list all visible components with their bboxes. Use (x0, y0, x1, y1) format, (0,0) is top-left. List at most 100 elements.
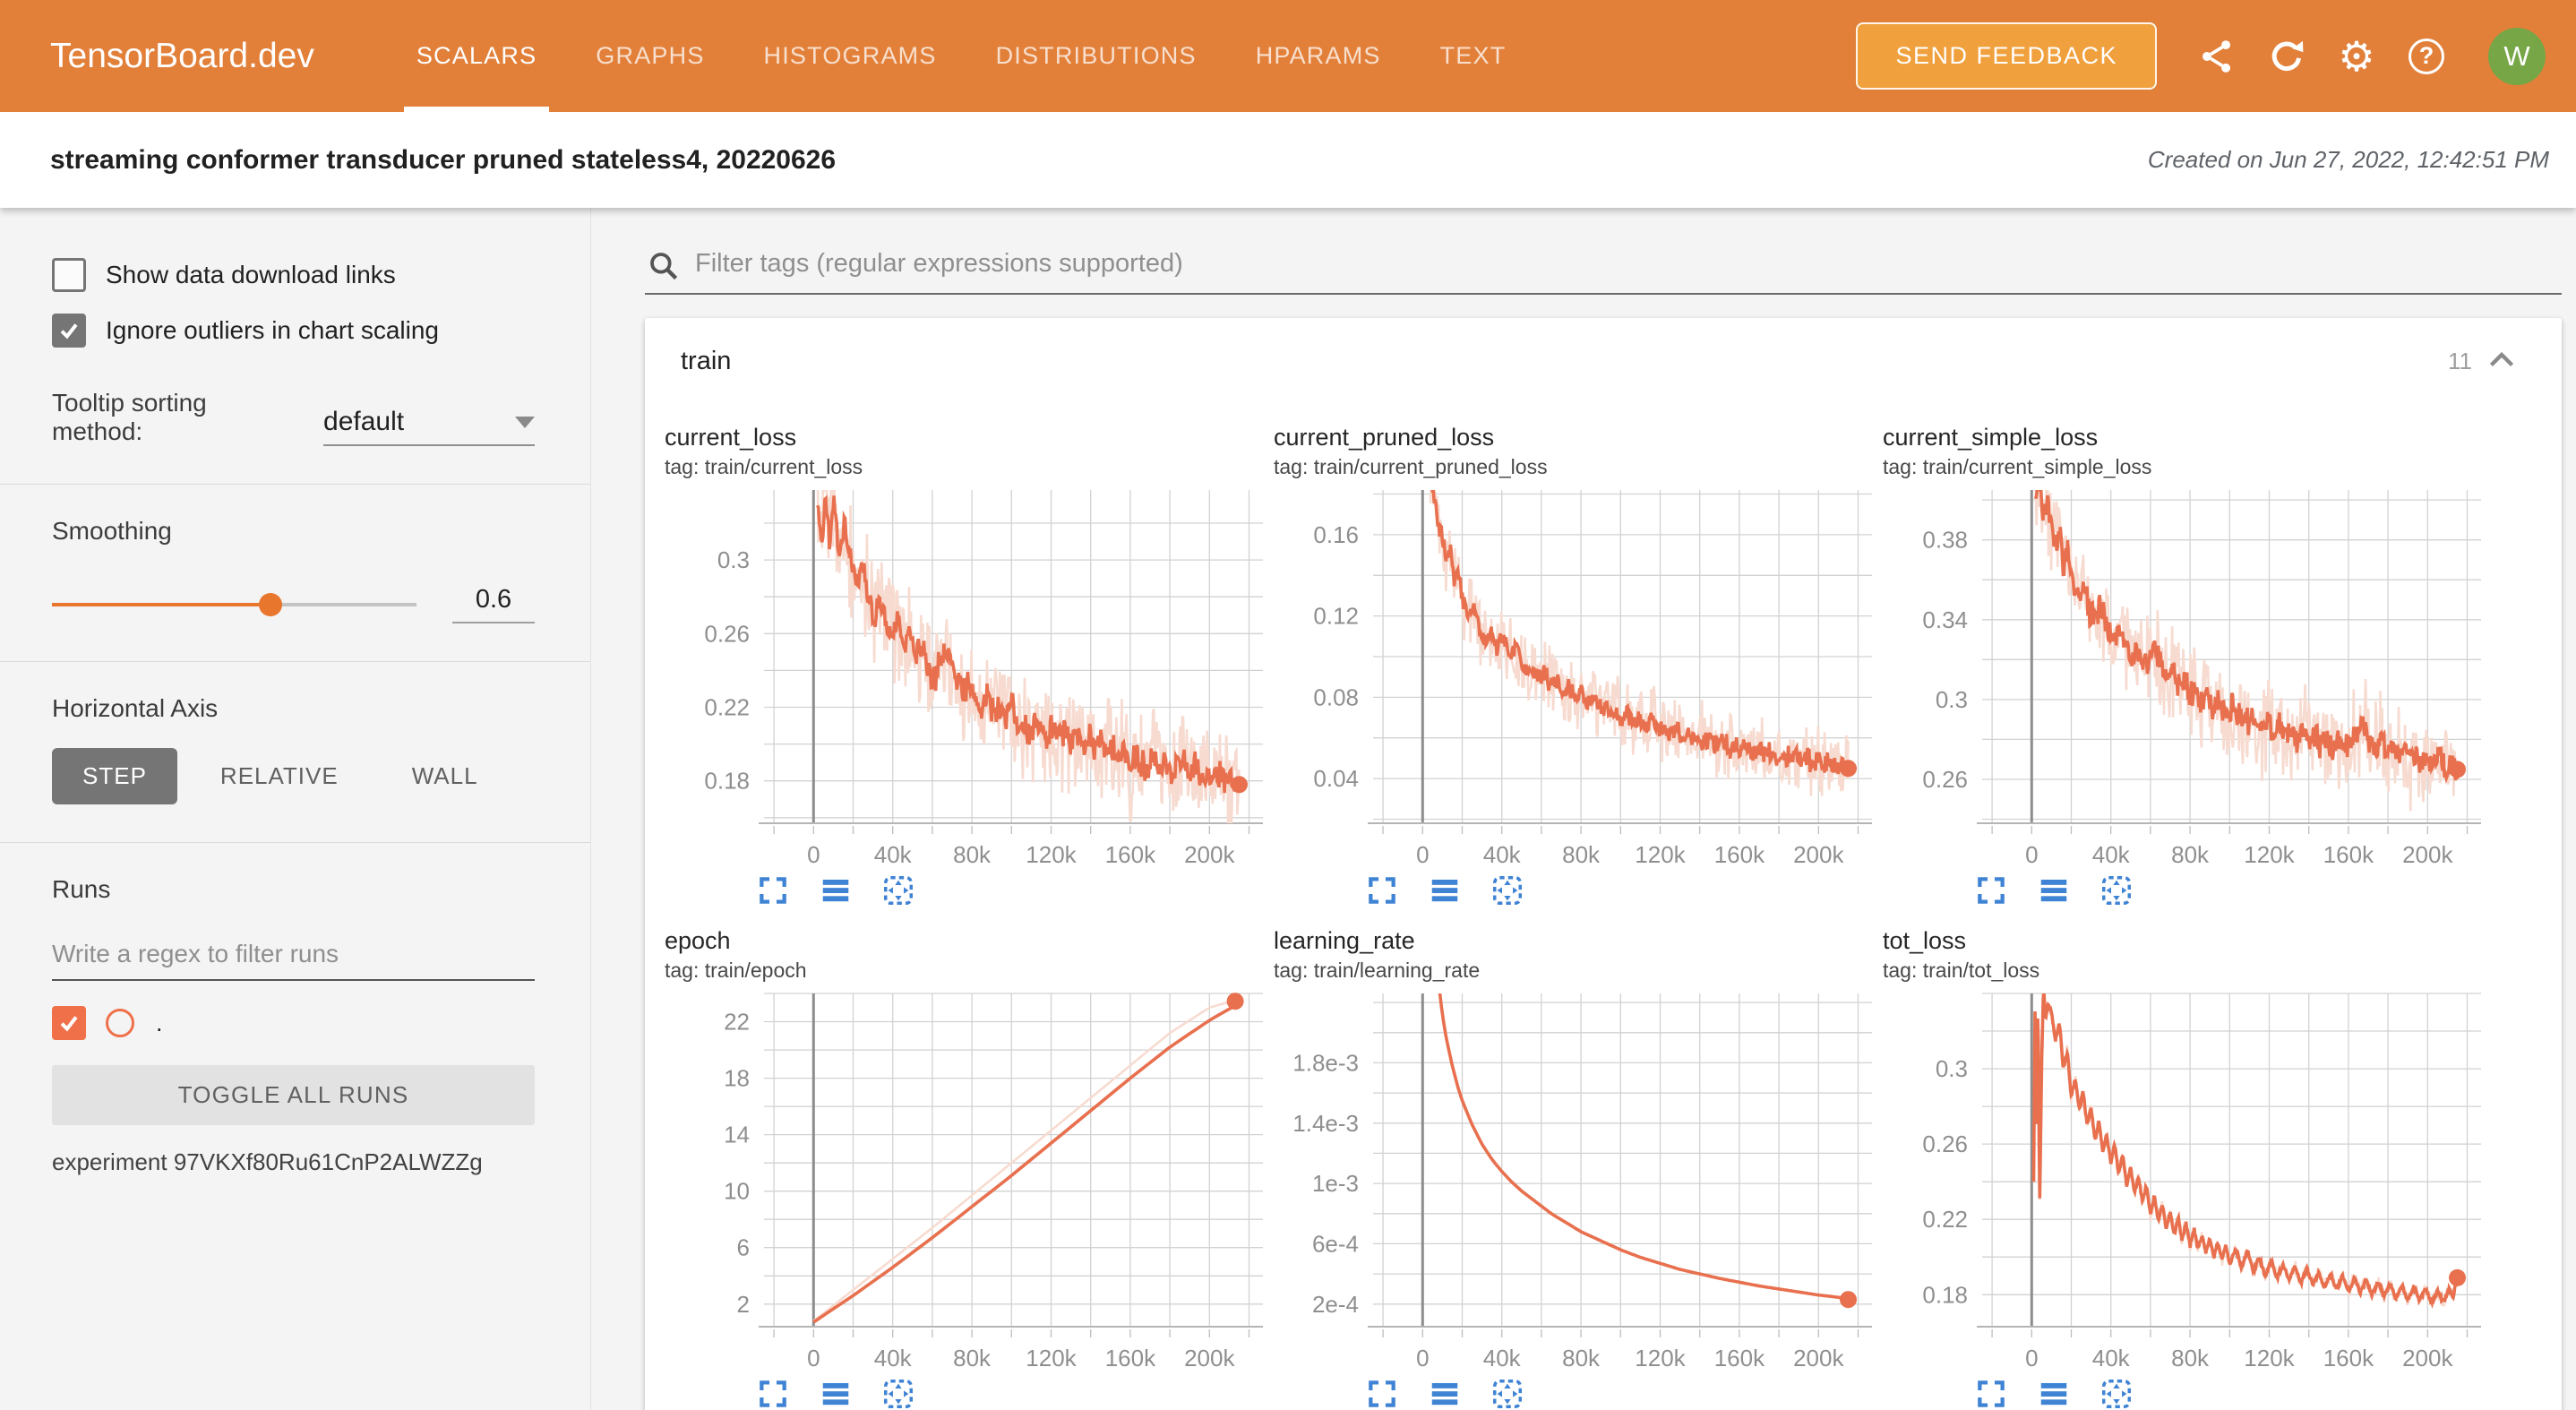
checkbox-checked-icon[interactable] (52, 314, 86, 348)
svg-text:1e-3: 1e-3 (1312, 1170, 1359, 1197)
run-color-swatch[interactable] (106, 1009, 134, 1037)
svg-text:40k: 40k (2092, 841, 2131, 868)
nav-tabs: SCALARS GRAPHS HISTOGRAMS DISTRIBUTIONS HPAR… (404, 0, 1553, 112)
runs-label: Runs (52, 875, 535, 904)
chart-plot[interactable]: 0.30.260.220.18040k80k120k160k200k (663, 486, 1272, 870)
tab-scalars[interactable]: SCALARS (404, 0, 549, 112)
axis-wall-button[interactable]: WALL (382, 748, 509, 804)
tooltip-sorting-select[interactable]: default (323, 407, 535, 446)
avatar[interactable]: W (2488, 28, 2546, 85)
svg-text:10: 10 (724, 1178, 750, 1205)
chart-card: learning_rate tag: train/learning_rate 1… (1272, 920, 1881, 1410)
svg-text:160k: 160k (2323, 841, 2374, 868)
checkbox-label: Ignore outliers in chart scaling (106, 316, 439, 345)
chart-tag: tag: train/current_simple_loss (1883, 455, 2490, 479)
train-section-header[interactable]: train 11 (645, 318, 2562, 404)
svg-text:40k: 40k (874, 841, 913, 868)
bars-icon[interactable] (819, 1377, 853, 1410)
fit-to-data-icon[interactable] (2099, 1377, 2134, 1410)
gear-icon[interactable]: ⚙ (2336, 36, 2377, 77)
tab-text[interactable]: TEXT (1428, 0, 1519, 112)
svg-text:200k: 200k (1793, 1345, 1844, 1371)
chart-toolbar (1974, 873, 2490, 907)
chart-plot[interactable]: 0.380.340.30.26040k80k120k160k200k (1881, 486, 2490, 870)
svg-text:0.3: 0.3 (717, 546, 750, 573)
svg-text:160k: 160k (1714, 1345, 1765, 1371)
fullscreen-icon[interactable] (1974, 873, 2008, 907)
general-settings-section: Show data download links Ignore outliers… (0, 226, 590, 484)
svg-text:0: 0 (807, 1345, 820, 1371)
fit-to-data-icon[interactable] (881, 873, 915, 907)
svg-text:0.16: 0.16 (1313, 521, 1359, 548)
fit-to-data-icon[interactable] (881, 1377, 915, 1410)
fullscreen-icon[interactable] (1365, 873, 1399, 907)
experiment-bar: streaming conformer transducer pruned st… (0, 112, 2576, 208)
chart-plot[interactable]: 0.160.120.080.04040k80k120k160k200k (1272, 486, 1881, 870)
experiment-title: streaming conformer transducer pruned st… (50, 145, 836, 176)
chart-tag: tag: train/current_pruned_loss (1274, 455, 1881, 479)
smoothing-section: Smoothing 0.6 (0, 484, 590, 661)
share-icon[interactable] (2196, 36, 2237, 77)
filter-tags-input[interactable] (645, 240, 2562, 295)
run-checkbox[interactable] (52, 1006, 86, 1040)
bars-icon[interactable] (2037, 873, 2071, 907)
fullscreen-icon[interactable] (1974, 1377, 2008, 1410)
svg-text:80k: 80k (2171, 1345, 2210, 1371)
tab-graphs[interactable]: GRAPHS (583, 0, 717, 112)
chart-title: current_simple_loss (1883, 424, 2490, 451)
tab-histograms[interactable]: HISTOGRAMS (751, 0, 949, 112)
checkbox-unchecked-icon[interactable] (52, 258, 86, 292)
section-collapse-control[interactable]: 11 (2448, 348, 2517, 375)
help-icon[interactable]: ? (2406, 36, 2447, 77)
smoothing-value[interactable]: 0.6 (452, 585, 535, 623)
tab-hparams[interactable]: HPARAMS (1243, 0, 1394, 112)
toggle-all-runs-button[interactable]: TOGGLE ALL RUNS (52, 1065, 535, 1125)
bars-icon[interactable] (819, 873, 853, 907)
svg-text:2e-4: 2e-4 (1312, 1291, 1359, 1318)
show-download-links-checkbox[interactable]: Show data download links (52, 258, 535, 292)
app-logo: TensorBoard.dev (50, 37, 314, 76)
fit-to-data-icon[interactable] (1490, 1377, 1524, 1410)
svg-text:200k: 200k (2402, 1345, 2453, 1371)
fullscreen-icon[interactable] (756, 873, 790, 907)
svg-text:0.08: 0.08 (1313, 684, 1359, 710)
chart-title: tot_loss (1883, 927, 2490, 955)
tab-distributions[interactable]: DISTRIBUTIONS (983, 0, 1209, 112)
experiment-created-date: Created on Jun 27, 2022, 12:42:51 PM (2148, 146, 2549, 174)
navbar: TensorBoard.dev SCALARS GRAPHS HISTOGRAMS D… (0, 0, 2576, 112)
send-feedback-button[interactable]: SEND FEEDBACK (1856, 22, 2157, 90)
bars-icon[interactable] (1428, 873, 1462, 907)
bars-icon[interactable] (1428, 1377, 1462, 1410)
svg-text:6: 6 (737, 1234, 750, 1261)
svg-text:18: 18 (724, 1065, 750, 1092)
svg-text:1.4e-3: 1.4e-3 (1292, 1110, 1359, 1137)
fit-to-data-icon[interactable] (2099, 873, 2134, 907)
svg-text:22: 22 (724, 1009, 750, 1036)
fit-to-data-icon[interactable] (1490, 873, 1524, 907)
ignore-outliers-checkbox[interactable]: Ignore outliers in chart scaling (52, 314, 535, 348)
bars-icon[interactable] (2037, 1377, 2071, 1410)
svg-text:0.38: 0.38 (1922, 527, 1968, 554)
svg-text:40k: 40k (874, 1345, 913, 1371)
svg-text:0.22: 0.22 (704, 694, 750, 721)
fullscreen-icon[interactable] (756, 1377, 790, 1410)
chart-plot[interactable]: 2218141062040k80k120k160k200k (663, 990, 1272, 1373)
runs-regex-input[interactable] (52, 934, 535, 981)
tooltip-sorting-value: default (323, 407, 404, 437)
main-content: train 11 current_loss tag: train/current… (591, 208, 2576, 1410)
chart-plot[interactable]: 1.8e-31.4e-31e-36e-42e-4040k80k120k160k2… (1272, 990, 1881, 1373)
axis-step-button[interactable]: STEP (52, 748, 177, 804)
smoothing-slider[interactable] (52, 593, 416, 616)
slider-thumb[interactable] (259, 593, 282, 616)
svg-text:0: 0 (1416, 841, 1429, 868)
chart-card: tot_loss tag: train/tot_loss 0.30.260.22… (1881, 920, 2490, 1410)
charts-grid: current_loss tag: train/current_loss 0.3… (645, 404, 2562, 1410)
checkbox-label: Show data download links (106, 261, 396, 289)
chevron-up-icon[interactable] (2486, 348, 2517, 375)
svg-text:0.26: 0.26 (1922, 766, 1968, 793)
svg-text:2: 2 (737, 1291, 750, 1318)
refresh-icon[interactable] (2266, 36, 2307, 77)
chart-plot[interactable]: 0.30.260.220.18040k80k120k160k200k (1881, 990, 2490, 1373)
axis-relative-button[interactable]: RELATIVE (190, 748, 369, 804)
fullscreen-icon[interactable] (1365, 1377, 1399, 1410)
